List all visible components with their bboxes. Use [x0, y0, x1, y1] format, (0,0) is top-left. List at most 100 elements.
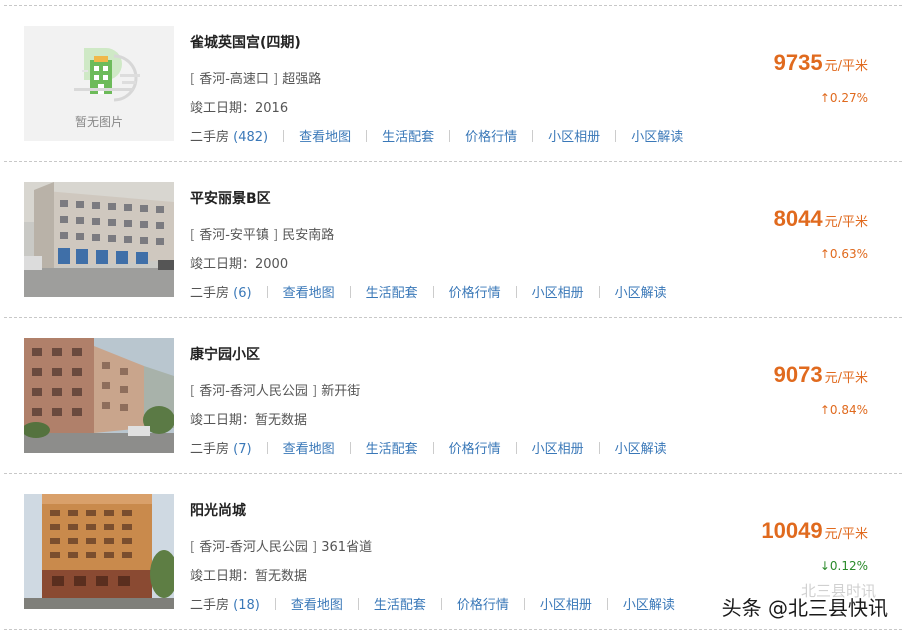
price-change: ↑0.84%: [819, 403, 868, 417]
link-separator: [532, 129, 534, 142]
district-text: 香河-香河人民公园: [199, 540, 308, 555]
completion-label: 竣工日期：: [190, 569, 256, 584]
building-photo: [24, 338, 174, 453]
building-photo: [24, 494, 174, 609]
completion-date: 竣工日期：暂无数据: [190, 565, 307, 584]
community-address: [ 香河-高速口 ] 超强路: [190, 72, 322, 87]
price-trend-link[interactable]: 价格行情: [457, 594, 509, 613]
watermark-text: 头条 @北三县快讯: [721, 596, 888, 620]
price-change: ↓0.12%: [819, 559, 868, 573]
completion-value: 2000: [255, 257, 289, 272]
analysis-link[interactable]: 小区解读: [623, 594, 675, 613]
community-name[interactable]: 康宁园小区: [190, 344, 260, 364]
view-map-link[interactable]: 查看地图: [299, 126, 351, 145]
district-text: 香河-安平镇: [199, 228, 269, 243]
view-map-link[interactable]: 查看地图: [283, 282, 335, 301]
list-item[interactable]: 康宁园小区 [ 香河-香河人民公园 ] 新开街 竣工日期：暂无数据 二手房 (7…: [0, 318, 906, 474]
link-separator: [266, 441, 268, 454]
community-links: 二手房 (482) 查看地图 生活配套 价格行情 小区相册 小区解读: [190, 126, 683, 145]
price-value: 10049: [761, 518, 823, 543]
analysis-link[interactable]: 小区解读: [631, 126, 683, 145]
link-separator: [615, 129, 617, 142]
district-text: 香河-高速口: [199, 72, 269, 87]
no-image-caption: 暂无图片: [74, 115, 123, 129]
link-separator: [283, 129, 285, 142]
secondhand-link[interactable]: 二手房 (482): [190, 126, 268, 145]
price-unit: 元/平米: [824, 371, 868, 386]
secondhand-link[interactable]: 二手房 (7): [190, 438, 252, 457]
price-trend-link[interactable]: 价格行情: [449, 438, 501, 457]
amenities-link[interactable]: 生活配套: [374, 594, 426, 613]
price: 10049 元/平米: [761, 518, 868, 544]
price-change: ↑0.63%: [819, 247, 868, 261]
community-name[interactable]: 雀城英国宫(四期): [190, 32, 301, 52]
link-separator: [523, 597, 525, 610]
community-links: 二手房 (6) 查看地图 生活配套 价格行情 小区相册 小区解读: [190, 282, 667, 301]
secondhand-count: (482): [233, 130, 269, 145]
community-name[interactable]: 平安丽景B区: [190, 188, 271, 208]
community-address: [ 香河-香河人民公园 ] 361省道: [190, 540, 373, 555]
secondhand-count: (6): [233, 286, 252, 301]
album-link[interactable]: 小区相册: [540, 594, 592, 613]
completion-label: 竣工日期：: [190, 101, 256, 116]
link-separator: [598, 441, 600, 454]
completion-date: 竣工日期：2016: [190, 97, 288, 116]
link-separator: [432, 441, 434, 454]
link-separator: [598, 285, 600, 298]
street-text: 民安南路: [282, 228, 335, 243]
list-item[interactable]: 平安丽景B区 [ 香河-安平镇 ] 民安南路 竣工日期：2000 二手房 (6)…: [0, 162, 906, 318]
analysis-link[interactable]: 小区解读: [615, 438, 667, 457]
district-text: 香河-香河人民公园: [199, 384, 308, 399]
secondhand-count: (7): [233, 442, 252, 457]
list-item[interactable]: 暂无图片 雀城英国宫(四期) [ 香河-高速口 ] 超强路 竣工日期：2016 …: [0, 6, 906, 162]
price-change: ↑0.27%: [819, 91, 868, 105]
link-separator: [349, 441, 351, 454]
secondhand-link[interactable]: 二手房 (6): [190, 282, 252, 301]
link-separator: [366, 129, 368, 142]
community-thumbnail[interactable]: [24, 338, 174, 453]
link-separator: [349, 285, 351, 298]
street-text: 新开街: [321, 384, 361, 399]
price-trend-link[interactable]: 价格行情: [449, 282, 501, 301]
secondhand-link[interactable]: 二手房 (18): [190, 594, 260, 613]
community-name[interactable]: 阳光尚城: [190, 500, 246, 520]
price: 8044 元/平米: [774, 206, 868, 232]
price: 9735 元/平米: [774, 50, 868, 76]
community-links: 二手房 (7) 查看地图 生活配套 价格行情 小区相册 小区解读: [190, 438, 667, 457]
analysis-link[interactable]: 小区解读: [615, 282, 667, 301]
price-trend-link[interactable]: 价格行情: [465, 126, 517, 145]
amenities-link[interactable]: 生活配套: [366, 282, 418, 301]
street-text: 超强路: [282, 72, 322, 87]
street-text: 361省道: [321, 540, 373, 555]
completion-value: 2016: [255, 101, 289, 116]
community-address: [ 香河-香河人民公园 ] 新开街: [190, 384, 361, 399]
amenities-link[interactable]: 生活配套: [382, 126, 434, 145]
price-unit: 元/平米: [824, 215, 868, 230]
community-thumbnail[interactable]: [24, 494, 174, 609]
link-separator: [357, 597, 359, 610]
link-separator: [515, 441, 517, 454]
price-value: 9735: [773, 50, 823, 75]
completion-label: 竣工日期：: [190, 413, 256, 428]
completion-value: 暂无数据: [255, 569, 308, 584]
completion-label: 竣工日期：: [190, 257, 256, 272]
view-map-link[interactable]: 查看地图: [291, 594, 343, 613]
amenities-link[interactable]: 生活配套: [366, 438, 418, 457]
link-separator: [274, 597, 276, 610]
price-unit: 元/平米: [824, 527, 868, 542]
completion-date: 竣工日期：暂无数据: [190, 409, 307, 428]
view-map-link[interactable]: 查看地图: [283, 438, 335, 457]
link-separator: [606, 597, 608, 610]
link-separator: [432, 285, 434, 298]
album-link[interactable]: 小区相册: [532, 282, 584, 301]
album-link[interactable]: 小区相册: [532, 438, 584, 457]
price: 9073 元/平米: [774, 362, 868, 388]
secondhand-count: (18): [233, 598, 260, 613]
community-thumbnail[interactable]: [24, 182, 174, 297]
community-thumbnail[interactable]: 暂无图片: [24, 26, 174, 141]
community-links: 二手房 (18) 查看地图 生活配套 价格行情 小区相册 小区解读: [190, 594, 675, 613]
price-value: 8044: [773, 206, 823, 231]
album-link[interactable]: 小区相册: [548, 126, 600, 145]
price-value: 9073: [773, 362, 823, 387]
price-unit: 元/平米: [824, 59, 868, 74]
